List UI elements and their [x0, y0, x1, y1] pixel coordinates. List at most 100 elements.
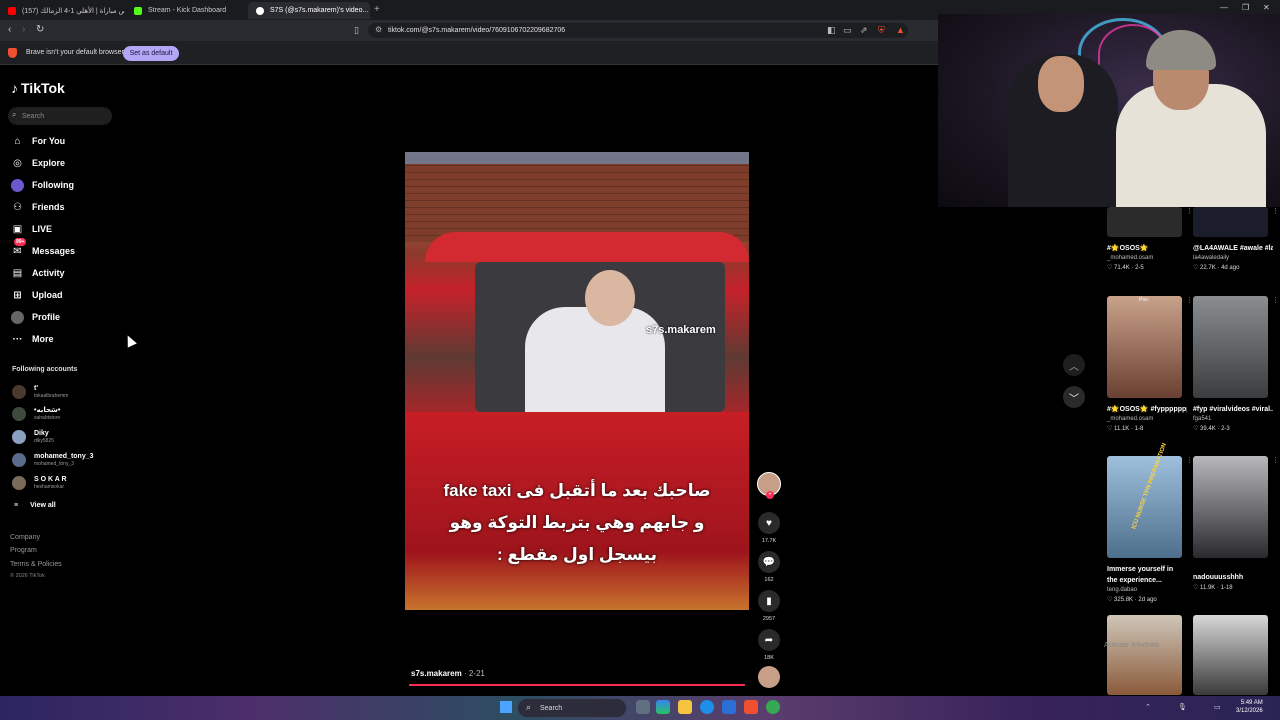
rec-likes: 22.7K [1200, 265, 1216, 271]
caption-line: صاحبك بعد ما أتقبل فى fake taxi [443, 481, 711, 500]
scroll-up-button[interactable]: ︿ [1063, 354, 1085, 376]
nav-activity[interactable]: ▤ Activity [11, 266, 65, 280]
tab-title: Stream - Kick Dashboard [148, 7, 227, 14]
chrome-icon[interactable] [766, 700, 780, 714]
nav-profile[interactable]: Profile [11, 310, 60, 324]
rec-card[interactable]: ⋮ #🌟OSOS🌟 _mohamed.osam ♡ 71.4K · 2-5 [1107, 207, 1193, 273]
forward-icon[interactable]: › [22, 24, 25, 35]
cast-icon[interactable]: ▭ [843, 25, 852, 36]
search-input[interactable]: ⌕ Search [8, 107, 112, 125]
clock-time: 5:49 AM [1240, 700, 1263, 706]
brave-rewards-icon[interactable]: ▲ [896, 25, 905, 35]
following-icon [11, 178, 24, 192]
bookmark-icon[interactable]: ▯ [354, 25, 359, 36]
mic-icon[interactable]: 🎙 [1178, 703, 1187, 711]
rec-thumbnail[interactable] [1193, 207, 1268, 237]
more-icon: ··· [12, 333, 23, 345]
rec-card[interactable]: ICU NURSE TPN PREPARATION ⋮ Immerse your… [1107, 442, 1193, 605]
share-action[interactable]: ➦ 18K [757, 629, 781, 661]
more-options-icon[interactable]: ⋮ [1272, 456, 1279, 464]
rec-thumbnail[interactable] [1107, 207, 1182, 237]
share-icon[interactable]: ⇗ [860, 25, 868, 36]
minimize-icon[interactable]: — [1220, 3, 1228, 12]
footer-terms[interactable]: Terms & Policies [10, 561, 62, 568]
nav-following[interactable]: Following [11, 178, 74, 192]
store-icon[interactable] [722, 700, 736, 714]
rec-thumbnail[interactable] [1193, 615, 1268, 695]
rec-title: #🌟OSOS🌟 #fypppppppppp... [1107, 406, 1187, 413]
brave-icon[interactable] [744, 700, 758, 714]
rec-thumbnail[interactable] [1193, 456, 1268, 558]
creator-avatar-small[interactable] [758, 666, 780, 688]
scroll-down-button[interactable]: ﹀ [1063, 386, 1085, 408]
taskbar-search[interactable]: ⌕ Search [518, 699, 626, 717]
tiktok-logo[interactable]: ♪ TikTok [11, 80, 65, 96]
comment-action[interactable]: 💬 162 [757, 551, 781, 583]
avatar [12, 453, 26, 467]
video-progress-bar[interactable] [409, 684, 745, 686]
rec-thumbnail[interactable] [1107, 296, 1182, 398]
avatar [12, 385, 26, 399]
nav-upload[interactable]: ⊞ Upload [11, 288, 62, 302]
brave-shields-icon[interactable]: ⛨ [878, 25, 885, 36]
video-author[interactable]: s7s.makarem · 2-21 [411, 669, 485, 678]
edge-icon[interactable] [700, 700, 714, 714]
media-icon[interactable]: ◧ [827, 25, 836, 36]
follow-plus-icon[interactable]: + [766, 491, 774, 499]
windows-start-icon[interactable] [500, 701, 512, 713]
account-item[interactable]: S O K A R heshamsokar [12, 474, 67, 492]
task-view-icon[interactable] [636, 700, 650, 714]
close-window-icon[interactable]: ✕ [1263, 3, 1270, 12]
more-options-icon[interactable]: ⋮ [1272, 296, 1279, 304]
comment-icon[interactable]: 💬 [758, 551, 780, 573]
tray-chevron-icon[interactable]: ⌃ [1145, 703, 1151, 711]
rec-card[interactable]: Pov: ⋮ #🌟OSOS🌟 #fypppppppppp... _mohamed… [1107, 296, 1193, 434]
windows-taskbar: ⌕ Search ⌃ 🎙 ▭ 5:49 AM 3/12/2026 [0, 696, 1280, 720]
footer-company[interactable]: Company [10, 534, 40, 541]
live-icon: ▣ [12, 223, 23, 235]
network-icon[interactable]: ▭ [1214, 703, 1221, 711]
account-item[interactable]: Diky diky5825 [12, 428, 54, 446]
more-options-icon[interactable]: ⋮ [1186, 456, 1193, 464]
nav-friends[interactable]: ⚇ Friends [11, 200, 65, 214]
rec-title: Immerse yourself in the experience... [1107, 566, 1174, 584]
tab-kick[interactable]: Stream - Kick Dashboard [126, 2, 248, 19]
set-default-button[interactable]: Set as default [123, 46, 179, 61]
tab-tiktok[interactable]: S7S (@s7s.makarem)'s video... × [248, 2, 370, 19]
account-item[interactable]: t' tokaalbrahemm [12, 383, 68, 401]
tab-youtube[interactable]: (157) ملخص مباراة | الأهلي 1-4 الزمالك..… [0, 2, 124, 19]
reload-icon[interactable]: ↻ [36, 24, 44, 35]
heart-icon[interactable]: ♥ [758, 512, 780, 534]
more-options-icon[interactable]: ⋮ [1186, 296, 1193, 304]
save-action[interactable]: ▮ 2957 [757, 590, 781, 622]
more-options-icon[interactable]: ⋮ [1272, 207, 1279, 215]
account-item[interactable]: mohamed_tony_3 mohamed_tony_3 [12, 451, 94, 469]
file-explorer-icon[interactable] [678, 700, 692, 714]
system-clock[interactable]: 5:49 AM 3/12/2026 [1236, 699, 1263, 715]
maximize-icon[interactable]: ❐ [1242, 3, 1249, 12]
creator-avatar[interactable]: + [757, 472, 781, 499]
nav-for-you[interactable]: ⌂ For You [11, 134, 65, 148]
bookmark-icon[interactable]: ▮ [758, 590, 780, 612]
like-action[interactable]: ♥ 17.7K [757, 512, 781, 544]
rec-card[interactable]: ⋮ #fyp #viralvideos #viral... fga541 ♡ 3… [1193, 296, 1279, 434]
rec-date: 1-8 [1134, 426, 1144, 432]
share-arrow-icon[interactable]: ➦ [758, 629, 780, 651]
compass-icon: ◎ [13, 157, 22, 169]
footer-program[interactable]: Program [10, 547, 37, 554]
rec-thumbnail[interactable] [1193, 296, 1268, 398]
new-tab-button[interactable]: + [374, 4, 380, 15]
back-icon[interactable]: ‹ [8, 24, 11, 35]
rec-card[interactable]: ⋮ @LA4AWALE #awale #la4awal... la4awaled… [1193, 207, 1279, 273]
nav-explore[interactable]: ◎ Explore [11, 156, 65, 170]
nav-more[interactable]: ··· More [11, 332, 54, 346]
rec-thumbnail[interactable] [1107, 615, 1182, 695]
nav-live[interactable]: ▣ LIVE [11, 222, 52, 236]
view-all-link[interactable]: ≡ View all [14, 502, 56, 509]
account-item[interactable]: •سَحابه• sahabtstore [12, 405, 60, 423]
more-options-icon[interactable]: ⋮ [1186, 207, 1193, 215]
copilot-icon[interactable] [656, 700, 670, 714]
site-info-icon[interactable]: ⚙ [375, 25, 382, 34]
rec-card[interactable]: ⋮ nadouuusshhh ♡ 11.9K · 1-18 [1193, 456, 1279, 593]
nav-messages[interactable]: ✉ 99+ Messages [11, 238, 75, 258]
